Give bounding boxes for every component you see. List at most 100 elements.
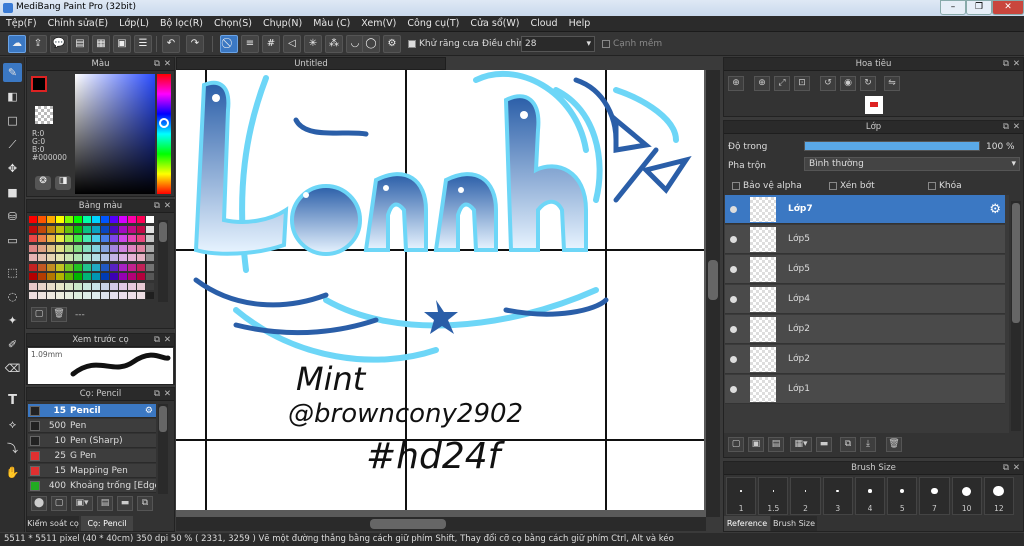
palette-swatch[interactable] (56, 216, 64, 223)
palette-swatch[interactable] (101, 292, 109, 299)
eye-icon[interactable] (730, 356, 737, 363)
fit-icon[interactable]: ⤢ (774, 76, 790, 91)
palette-swatch[interactable] (29, 282, 37, 290)
fill-rect-icon[interactable]: ■ (3, 183, 22, 202)
layer-folder-icon[interactable]: ▬ (816, 437, 832, 452)
list-icon[interactable]: ☰ (134, 35, 152, 53)
palette-swatch[interactable] (83, 225, 91, 233)
palette-swatch[interactable] (92, 225, 100, 233)
rotate-right-icon[interactable]: ↻ (860, 76, 876, 91)
select-eraser-icon[interactable]: ⌫ (3, 359, 22, 378)
palette-swatch[interactable] (47, 235, 55, 242)
radial-line-icon[interactable]: ⁂ (325, 35, 343, 53)
vertical-scroll-thumb[interactable] (708, 260, 718, 300)
palette-swatch[interactable] (65, 273, 73, 280)
close-button[interactable]: ✕ (992, 0, 1024, 15)
palette-swatch[interactable] (56, 263, 64, 271)
brush-new-icon[interactable]: ▢ (51, 496, 67, 511)
menu-file[interactable]: Tệp(F) (0, 16, 42, 29)
close-icon[interactable]: ✕ (1013, 58, 1020, 70)
palette-swatch[interactable] (29, 273, 37, 280)
snap-settings-icon[interactable]: ⚙ (383, 35, 401, 53)
brush-item-g-pen[interactable]: 25 G Pen (28, 449, 156, 463)
palette-swatch[interactable] (65, 292, 73, 299)
palette-swatch[interactable] (110, 273, 118, 280)
undock-icon[interactable]: ⧉ (154, 334, 160, 346)
palette-swatch[interactable] (47, 244, 55, 252)
palette-swatch[interactable] (29, 235, 37, 242)
palette-swatch[interactable] (29, 244, 37, 252)
brush-size-option[interactable]: 3 (822, 477, 853, 515)
palette-swatch[interactable] (56, 254, 64, 261)
palette-swatch[interactable] (146, 216, 154, 223)
palette-swatch[interactable] (47, 273, 55, 280)
new-palette-icon[interactable]: ▢ (31, 307, 47, 322)
brush-size-option[interactable]: 1.5 (758, 477, 789, 515)
close-icon[interactable]: ✕ (164, 200, 171, 212)
palette-swatch[interactable] (47, 282, 55, 290)
palette-swatch[interactable] (29, 292, 37, 299)
palette-swatch[interactable] (83, 263, 91, 271)
hue-handle[interactable] (159, 118, 169, 128)
palette-swatch[interactable] (146, 282, 154, 290)
brush-item-pen[interactable]: 500 Pen (28, 419, 156, 433)
clip-checkbox[interactable] (829, 181, 837, 190)
lock-checkbox[interactable] (928, 181, 936, 190)
artwork-canvas[interactable]: Mint @browncony2902 #hd24f (176, 70, 706, 517)
palette-swatch[interactable] (92, 235, 100, 242)
palette-swatch[interactable] (56, 244, 64, 252)
palette-swatch[interactable] (119, 225, 127, 233)
palette-swatch[interactable] (65, 282, 73, 290)
cloud-icon[interactable]: ☁ (8, 35, 26, 53)
circle-snap-icon[interactable]: ◯ (362, 35, 380, 53)
palette-swatch[interactable] (137, 254, 145, 261)
maximize-button[interactable]: ❐ (966, 0, 992, 15)
palette-swatch[interactable] (110, 263, 118, 271)
palette-swatch[interactable] (47, 263, 55, 271)
palette-swatch[interactable] (47, 254, 55, 261)
dot-tool-icon[interactable]: □ (3, 111, 22, 130)
layer-menu-icon[interactable]: ▦▾ (790, 437, 812, 452)
note-icon[interactable]: ▤ (71, 35, 89, 53)
protect-alpha-checkbox[interactable] (732, 181, 740, 190)
palette-swatch[interactable] (56, 292, 64, 299)
palette-swatch[interactable] (119, 292, 127, 299)
palette-swatch[interactable] (119, 244, 127, 252)
palette-swatch[interactable] (74, 263, 82, 271)
menu-edit[interactable]: Chỉnh sửa(E) (42, 16, 114, 29)
horizontal-scroll-thumb[interactable] (370, 519, 446, 529)
palette-swatch[interactable] (38, 244, 46, 252)
blend-dropdown[interactable]: Bình thường ▾ (804, 157, 1020, 171)
palette-swatch[interactable] (101, 216, 109, 223)
palette-swatch[interactable] (137, 216, 145, 223)
palette-swatch[interactable] (65, 244, 73, 252)
undock-icon[interactable]: ⧉ (154, 388, 160, 400)
menu-layer[interactable]: Lớp(L) (113, 16, 154, 29)
palette-swatch[interactable] (128, 244, 136, 252)
canvas-vertical-scrollbar[interactable] (706, 70, 720, 517)
eye-icon[interactable] (730, 206, 737, 213)
saturation-value-picker[interactable] (75, 74, 155, 194)
comment-icon[interactable]: 💬 (50, 35, 68, 53)
menu-color[interactable]: Màu (C) (307, 16, 355, 29)
palette-swatch[interactable] (38, 235, 46, 242)
palette-swatch[interactable] (29, 225, 37, 233)
palette-swatch[interactable] (128, 282, 136, 290)
gear-icon[interactable]: ⚙ (989, 202, 1001, 217)
palette-swatch[interactable] (74, 273, 82, 280)
document-tab[interactable]: Untitled (176, 57, 446, 70)
menu-window[interactable]: Cửa sổ(W) (464, 16, 524, 29)
transparent-color[interactable] (35, 106, 53, 124)
move-tool-icon[interactable]: ✥ (3, 159, 22, 178)
palette-swatch[interactable] (101, 263, 109, 271)
palette-swatch[interactable] (119, 263, 127, 271)
menu-view[interactable]: Xem(V) (355, 16, 401, 29)
palette-swatch[interactable] (110, 254, 118, 261)
palette-swatch[interactable] (47, 225, 55, 233)
color-wheel-icon[interactable]: ❂ (35, 176, 51, 190)
gradient-tool-icon[interactable]: ▭ (3, 231, 22, 250)
palette-swatch[interactable] (128, 235, 136, 242)
menu-cloud[interactable]: Cloud (524, 16, 562, 29)
layer-row[interactable]: Lớp4 (725, 285, 1005, 314)
share-icon[interactable]: ⇪ (29, 35, 47, 53)
